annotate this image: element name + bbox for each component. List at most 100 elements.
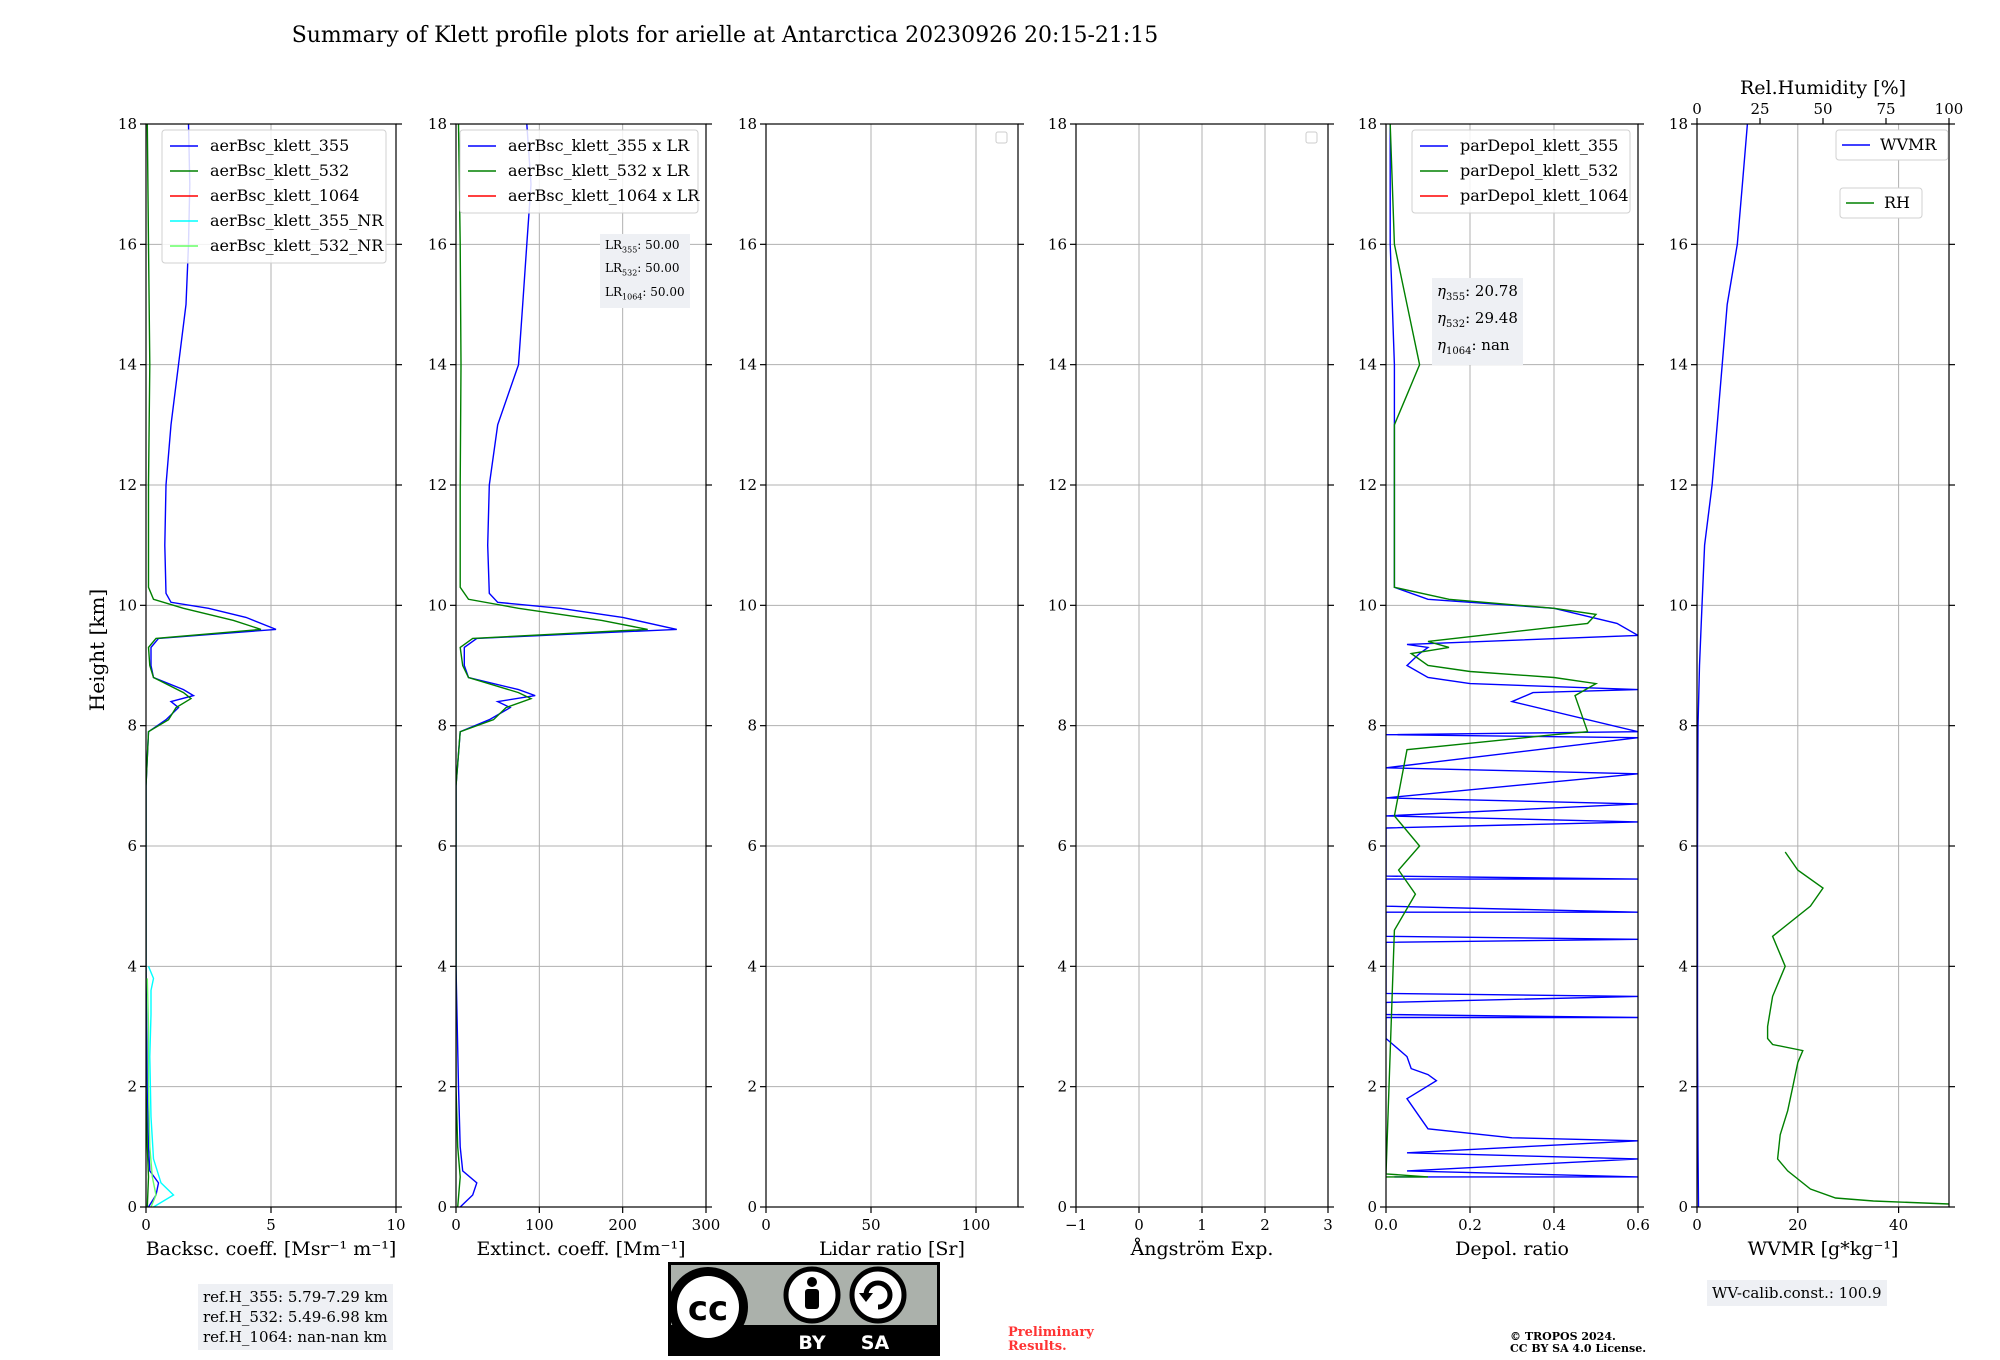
eta-355-subscript: 355 bbox=[1446, 292, 1466, 303]
extinction-y-tick-label: 12 bbox=[428, 476, 447, 494]
wvmr-x-tick-label: 20 bbox=[1788, 1216, 1807, 1234]
backscatter-x-tick-label: 5 bbox=[266, 1216, 276, 1234]
backscatter-plot-area bbox=[146, 124, 277, 1207]
depol-legend-label: parDepol_klett_355 bbox=[1460, 136, 1618, 155]
license-sa-label: SA bbox=[861, 1332, 890, 1354]
extinction-y-tick-label: 16 bbox=[428, 235, 447, 253]
extinction-x-axis-label: Extinct. coeff. [Mm⁻¹] bbox=[476, 1238, 685, 1260]
backscatter-legend-label: aerBsc_klett_1064 bbox=[210, 186, 359, 205]
backscatter-x-tick-label: 10 bbox=[386, 1216, 405, 1234]
angstrom-y-tick-label: 2 bbox=[1057, 1078, 1067, 1096]
angstrom-x-tick-label: 2 bbox=[1260, 1216, 1270, 1234]
lr-355-subscript: 355 bbox=[622, 245, 638, 255]
backscatter-y-tick-label: 8 bbox=[127, 717, 137, 735]
attribution-icon-head bbox=[807, 1277, 817, 1287]
extinction-x-tick-label: 200 bbox=[608, 1216, 637, 1234]
backscatter-y-tick-label: 16 bbox=[118, 235, 137, 253]
angstrom-x-tick-label: −1 bbox=[1065, 1216, 1087, 1234]
backscatter-x-axis-label: Backsc. coeff. [Msr⁻¹ m⁻¹] bbox=[146, 1238, 397, 1260]
extinction-legend-label: aerBsc_klett_1064 x LR bbox=[508, 186, 700, 205]
wvmr-legend-wvmr: WVMR bbox=[1835, 129, 1949, 161]
backscatter-y-tick-label: 2 bbox=[127, 1078, 137, 1096]
depol-eta-annotation: η355: 20.78 η532: 29.48 η1064: nan bbox=[1432, 278, 1523, 365]
angstrom-empty-legend bbox=[1305, 131, 1318, 144]
extinction-y-tick-label: 14 bbox=[428, 356, 447, 374]
wvmr-y-tick-label: 2 bbox=[1678, 1078, 1688, 1096]
backscatter-y-tick-label: 18 bbox=[118, 115, 137, 133]
lidar-ratio-y-tick-label: 2 bbox=[747, 1078, 757, 1096]
extinction-lr-annotation: LR355: 50.00 LR532: 50.00 LR1064: 50.00 bbox=[600, 234, 690, 309]
wvmr-y-tick-label: 16 bbox=[1669, 235, 1688, 253]
series-wvmr bbox=[1697, 124, 1749, 1207]
lidar-ratio-x-axis-label: Lidar ratio [Sr] bbox=[819, 1238, 965, 1260]
backscatter-legend-label: aerBsc_klett_532_NR bbox=[210, 236, 384, 255]
depol-y-tick-label: 8 bbox=[1367, 717, 1377, 735]
lidar-ratio-x-tick-label: 0 bbox=[761, 1216, 771, 1234]
backscatter-reference-info: ref.H_355: 5.79-7.29 km ref.H_532: 5.49-… bbox=[198, 1284, 393, 1350]
figure-title: Summary of Klett profile plots for ariel… bbox=[292, 23, 1159, 48]
lr-1064-value: 50.00 bbox=[650, 284, 685, 299]
backscatter-y-tick-label: 4 bbox=[127, 957, 137, 975]
wvmr-y-tick-label: 10 bbox=[1669, 596, 1688, 614]
lr-355-value: 50.00 bbox=[645, 238, 680, 252]
backscatter-x-tick-label: 0 bbox=[141, 1216, 151, 1234]
extinction-y-tick-label: 18 bbox=[428, 115, 447, 133]
lidar-ratio-y-tick-label: 8 bbox=[747, 717, 757, 735]
extinction-x-tick-label: 0 bbox=[451, 1216, 461, 1234]
wvmr-x2-axis-label: Rel.Humidity [%] bbox=[1740, 77, 1906, 99]
angstrom-y-tick-label: 16 bbox=[1048, 235, 1067, 253]
extinction-y-tick-label: 10 bbox=[428, 596, 447, 614]
depol-y-tick-label: 2 bbox=[1367, 1078, 1377, 1096]
wvmr-legend-label: RH bbox=[1884, 193, 1910, 212]
extinction-y-tick-label: 6 bbox=[437, 837, 447, 855]
eta-532-subscript: 532 bbox=[1446, 319, 1466, 330]
lidar-ratio-y-tick-label: 14 bbox=[738, 356, 757, 374]
lr-532-subscript: 532 bbox=[622, 268, 638, 278]
license-by-label: BY bbox=[798, 1332, 825, 1354]
depol-x-tick-label: 0.6 bbox=[1626, 1216, 1650, 1234]
eta-1064-annotation: η1064: nan bbox=[1437, 336, 1510, 357]
preliminary-results-note: Preliminary Results. bbox=[1008, 1326, 1094, 1354]
depol-y-tick-label: 4 bbox=[1367, 957, 1377, 975]
lr-532-annotation: LR532: 50.00 bbox=[605, 261, 680, 278]
lidar-ratio-x-tick-label: 50 bbox=[861, 1216, 880, 1234]
wv-calibration-constant: WV-calib.const.: 100.9 bbox=[1707, 1280, 1887, 1306]
depol-y-tick-label: 16 bbox=[1358, 235, 1377, 253]
wvmr-y-tick-label: 14 bbox=[1669, 356, 1688, 374]
angstrom-y-tick-label: 0 bbox=[1057, 1198, 1067, 1216]
angstrom-y-tick-label: 12 bbox=[1048, 476, 1067, 494]
wvmr-y-tick-label: 4 bbox=[1678, 957, 1688, 975]
wvmr-x2-tick-label: 100 bbox=[1935, 100, 1964, 118]
wvmr-x-tick-label: 40 bbox=[1889, 1216, 1908, 1234]
wvmr-legend-label: WVMR bbox=[1880, 135, 1937, 154]
wvmr-x2-tick-label: 0 bbox=[1692, 100, 1702, 118]
wvmr-y-tick-label: 12 bbox=[1669, 476, 1688, 494]
wvmr-plot-area bbox=[1697, 124, 1949, 1207]
figure: Summary of Klett profile plots for ariel… bbox=[85, 23, 1964, 1356]
depol-legend-label: parDepol_klett_1064 bbox=[1460, 186, 1629, 205]
license-badge: cc BY SA bbox=[668, 1262, 940, 1356]
extinction-legend-label: aerBsc_klett_355 x LR bbox=[508, 136, 690, 155]
ref-height-355: ref.H_355: 5.79-7.29 km bbox=[203, 1288, 388, 1306]
wvmr-x2-tick-label: 25 bbox=[1750, 100, 1769, 118]
lidar-ratio-y-tick-label: 16 bbox=[738, 235, 757, 253]
depol-y-tick-label: 10 bbox=[1358, 596, 1377, 614]
backscatter-y-tick-label: 12 bbox=[118, 476, 137, 494]
angstrom-y-tick-label: 6 bbox=[1057, 837, 1067, 855]
series-aerbsc-klett-532 bbox=[146, 124, 262, 1207]
depol-x-tick-label: 0.0 bbox=[1374, 1216, 1398, 1234]
backscatter-legend-label: aerBsc_klett_355_NR bbox=[210, 211, 384, 230]
share-alike-icon bbox=[849, 1266, 907, 1324]
lidar-ratio-y-tick-label: 4 bbox=[747, 957, 757, 975]
angstrom-y-tick-label: 10 bbox=[1048, 596, 1067, 614]
copyright-line-2: CC BY SA 4.0 License. bbox=[1510, 1342, 1647, 1355]
lidar-ratio-y-tick-label: 6 bbox=[747, 837, 757, 855]
depol-x-tick-label: 0.4 bbox=[1542, 1216, 1566, 1234]
lidar-ratio-y-tick-label: 0 bbox=[747, 1198, 757, 1216]
eta-532-annotation: η532: 29.48 bbox=[1437, 309, 1518, 330]
extinction-legend: aerBsc_klett_355 x LR aerBsc_klett_532 x … bbox=[459, 129, 700, 214]
wvmr-x-axis-label: WVMR [g*kg⁻¹] bbox=[1748, 1238, 1899, 1260]
wvmr-legend-rh: RH bbox=[1839, 187, 1923, 219]
depol-x-axis-label: Depol. ratio bbox=[1455, 1238, 1569, 1260]
subplot-angstrom: 024681012141618−1 0 1 2 3Ångström Exp. bbox=[1048, 115, 1334, 1260]
